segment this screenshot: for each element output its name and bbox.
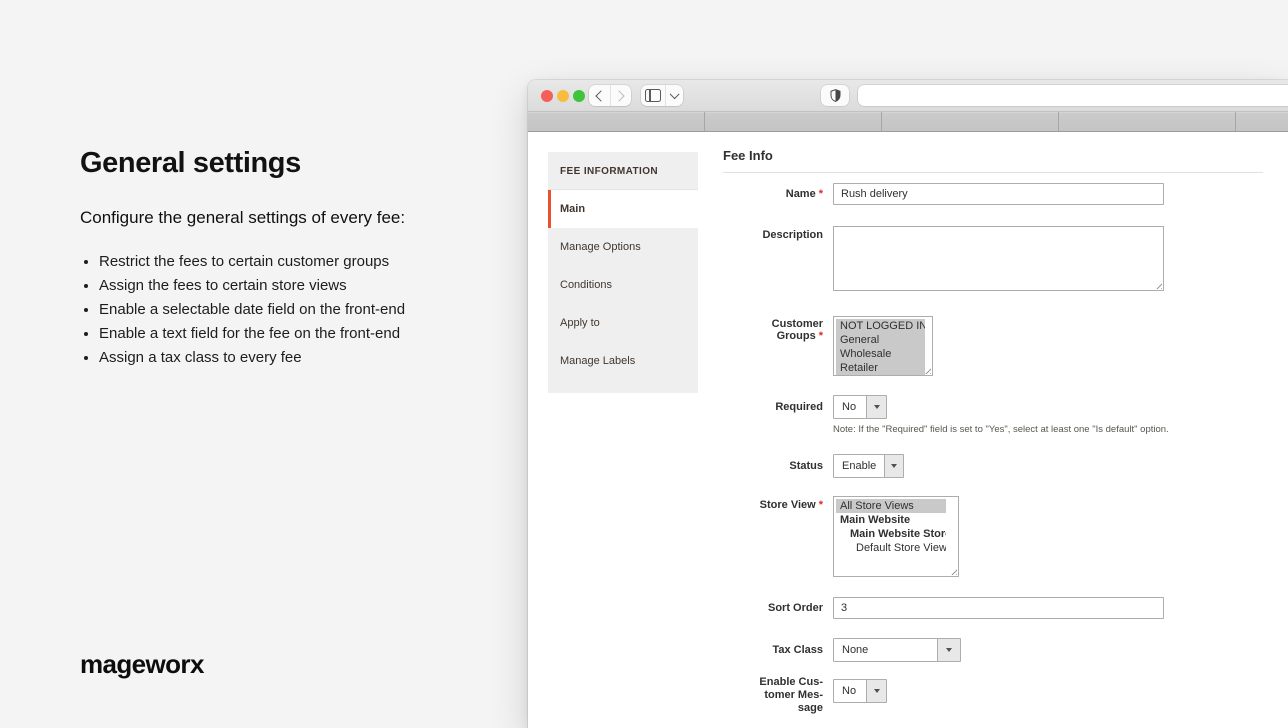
privacy-shield-button[interactable] <box>821 85 849 106</box>
browser-tab[interactable] <box>705 112 882 131</box>
sidebar-item-manage-labels[interactable]: Manage Labels <box>548 342 698 380</box>
chevron-down-icon <box>670 89 679 98</box>
address-bar[interactable] <box>858 85 1288 106</box>
nav-button-group <box>589 85 631 106</box>
feature-list: Restrict the fees to certain customer gr… <box>82 250 405 370</box>
sidebar-item-manage-options[interactable]: Manage Options <box>548 228 698 266</box>
divider <box>723 172 1263 173</box>
description-label: Description <box>723 229 823 241</box>
sidebar-button-group <box>641 85 683 106</box>
chevron-right-icon <box>614 90 625 101</box>
sidebar-item-conditions[interactable]: Conditions <box>548 266 698 304</box>
browser-tab[interactable] <box>1059 112 1236 131</box>
store-view-multiselect[interactable]: All Store Views Main Website Main Websit… <box>833 496 959 577</box>
fee-info-form: Fee Info Name* Description Customer Grou… <box>723 148 1263 728</box>
required-asterisk: * <box>819 499 823 511</box>
customer-groups-multiselect[interactable]: NOT LOGGED IN General Wholesale Retailer <box>833 316 933 376</box>
required-label: Required <box>723 395 823 419</box>
list-item: Restrict the fees to certain customer gr… <box>99 250 405 274</box>
forward-button[interactable] <box>610 85 632 106</box>
required-note: Note: If the "Required" field is set to … <box>833 424 1169 435</box>
sort-order-input[interactable] <box>833 597 1164 619</box>
form-title: Fee Info <box>723 148 1263 163</box>
list-item: Enable a selectable date field on the fr… <box>99 298 405 322</box>
store-view-label: Store View* <box>723 499 823 511</box>
option-wholesale[interactable]: Wholesale <box>836 347 925 361</box>
close-button[interactable] <box>541 90 553 102</box>
page-title: General settings <box>80 147 301 180</box>
status-select[interactable]: Enable <box>833 454 904 478</box>
sidebar-header: FEE INFORMATION <box>548 152 698 190</box>
description-textarea[interactable] <box>834 227 1163 290</box>
dropdown-arrow <box>937 639 960 661</box>
option-not-logged-in[interactable]: NOT LOGGED IN <box>836 319 925 333</box>
list-item: Assign the fees to certain store views <box>99 274 405 298</box>
list-item: Assign a tax class to every fee <box>99 346 405 370</box>
tax-class-select[interactable]: None <box>833 638 961 662</box>
browser-tab[interactable] <box>1236 112 1288 131</box>
caret-down-icon <box>946 648 952 652</box>
sidebar-item-apply-to[interactable]: Apply to <box>548 304 698 342</box>
name-label: Name* <box>723 183 823 205</box>
customer-groups-label: Customer Groups* <box>723 318 823 342</box>
option-all-store-views[interactable]: All Store Views <box>836 499 946 513</box>
status-label: Status <box>723 454 823 478</box>
option-default-store-view[interactable]: Default Store View <box>836 541 946 555</box>
browser-tab[interactable] <box>528 112 705 131</box>
option-main-website-store[interactable]: Main Website Store <box>836 527 946 541</box>
required-asterisk: * <box>819 330 823 342</box>
shield-icon <box>830 89 841 102</box>
minimize-button[interactable] <box>557 90 569 102</box>
tax-class-label: Tax Class <box>723 638 823 662</box>
brand-logo: mageworx <box>80 649 204 680</box>
sidebar-icon <box>645 89 661 102</box>
dropdown-arrow <box>866 680 886 702</box>
sidebar-toggle-button[interactable] <box>641 85 665 106</box>
page-content: FEE INFORMATION Main Manage Options Cond… <box>528 132 1288 728</box>
fee-sidebar: FEE INFORMATION Main Manage Options Cond… <box>548 152 698 393</box>
required-select[interactable]: No <box>833 395 887 419</box>
sidebar-item-main[interactable]: Main <box>548 190 698 228</box>
browser-tab[interactable] <box>882 112 1059 131</box>
caret-down-icon <box>891 464 897 468</box>
chevron-left-icon <box>595 90 606 101</box>
list-item: Enable a text field for the fee on the f… <box>99 322 405 346</box>
browser-window: FEE INFORMATION Main Manage Options Cond… <box>528 80 1288 728</box>
browser-tab-bar <box>528 112 1288 132</box>
name-input[interactable] <box>833 183 1164 205</box>
caret-down-icon <box>874 689 880 693</box>
back-button[interactable] <box>589 85 610 106</box>
sidebar-menu-button[interactable] <box>665 85 683 106</box>
description-field <box>833 226 1164 291</box>
intro-text: Configure the general settings of every … <box>80 208 405 228</box>
option-retailer[interactable]: Retailer <box>836 361 925 375</box>
resize-grip[interactable] <box>949 567 957 575</box>
caret-down-icon <box>874 405 880 409</box>
enable-customer-message-select[interactable]: No <box>833 679 887 703</box>
option-general[interactable]: General <box>836 333 925 347</box>
dropdown-arrow <box>884 455 903 477</box>
required-asterisk: * <box>819 188 823 200</box>
option-main-website[interactable]: Main Website <box>836 513 946 527</box>
dropdown-arrow <box>866 396 886 418</box>
enable-customer-message-label: Enable Cus- tomer Mes- sage <box>723 676 823 715</box>
zoom-button[interactable] <box>573 90 585 102</box>
sort-order-label: Sort Order <box>723 597 823 619</box>
browser-toolbar <box>528 80 1288 112</box>
